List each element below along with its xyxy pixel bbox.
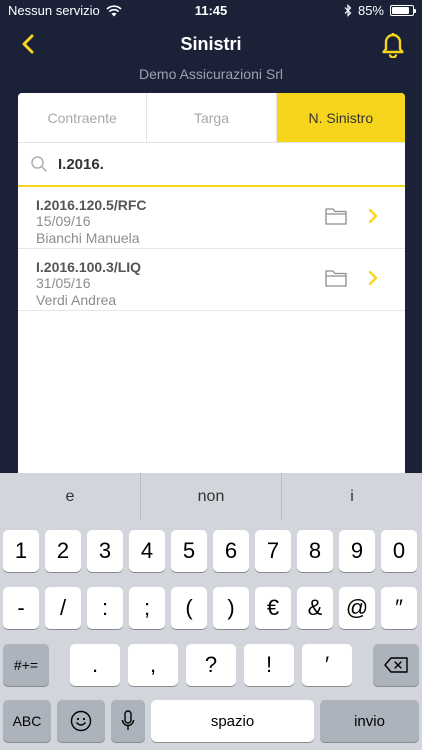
claim-name: Bianchi Manuela <box>36 230 140 246</box>
key-4[interactable]: 4 <box>129 530 165 572</box>
key-apostrophe[interactable]: ′ <box>302 644 352 686</box>
status-bar: Nessun servizio 11:45 85% <box>0 0 422 22</box>
claim-code: I.2016.100.3/LIQ <box>36 259 142 275</box>
claim-row[interactable]: I.2016.100.3/LIQ 31/05/16 Verdi Andrea <box>18 249 405 311</box>
battery-fill <box>392 7 409 14</box>
key-9[interactable]: 9 <box>339 530 375 572</box>
key-ampersand[interactable]: & <box>297 587 333 629</box>
tab-contraente[interactable]: Contraente <box>18 93 148 142</box>
backspace-key[interactable] <box>373 644 419 686</box>
bluetooth-icon <box>344 4 352 17</box>
key-hyphen[interactable]: - <box>3 587 39 629</box>
search-bar <box>18 143 405 187</box>
key-2[interactable]: 2 <box>45 530 81 572</box>
chevron-right-icon[interactable] <box>367 270 379 286</box>
microphone-icon <box>121 710 135 730</box>
search-card: Contraente Targa N. Sinistro I.2016.120.… <box>18 93 405 483</box>
key-double-quote[interactable]: ″ <box>381 587 417 629</box>
key-open-paren[interactable]: ( <box>171 587 207 629</box>
battery-icon <box>390 5 416 16</box>
backspace-icon <box>384 657 408 673</box>
key-3[interactable]: 3 <box>87 530 123 572</box>
key-at[interactable]: @ <box>339 587 375 629</box>
tab-targa[interactable]: Targa <box>147 93 277 142</box>
suggestion-item[interactable]: e <box>0 473 141 520</box>
key-exclamation[interactable]: ! <box>244 644 294 686</box>
claim-name: Verdi Andrea <box>36 292 117 308</box>
key-6[interactable]: 6 <box>213 530 249 572</box>
key-comma[interactable]: , <box>128 644 178 686</box>
folder-icon[interactable] <box>325 207 347 225</box>
tab-n-sinistro[interactable]: N. Sinistro <box>276 93 405 142</box>
company-name: Demo Assicurazioni Srl <box>139 66 283 82</box>
key-question[interactable]: ? <box>186 644 236 686</box>
key-period[interactable]: . <box>70 644 120 686</box>
status-right: 85% <box>344 3 416 18</box>
key-abc[interactable]: ABC <box>3 700 51 742</box>
space-key[interactable]: spazio <box>151 700 314 742</box>
key-8[interactable]: 8 <box>297 530 333 572</box>
battery-percent: 85% <box>357 3 384 18</box>
dictation-key[interactable] <box>111 700 145 742</box>
chevron-right-icon[interactable] <box>367 208 379 224</box>
keyboard: e non i 1 2 3 4 5 6 7 8 9 0 - / : ; ( ) … <box>0 473 422 750</box>
key-more-symbols[interactable]: #+= <box>3 644 49 686</box>
key-slash[interactable]: / <box>45 587 81 629</box>
key-0[interactable]: 0 <box>381 530 417 572</box>
key-close-paren[interactable]: ) <box>213 587 249 629</box>
search-input[interactable] <box>58 155 358 173</box>
suggestion-item[interactable]: non <box>141 473 282 520</box>
claim-date: 15/09/16 <box>36 213 91 229</box>
emoji-key[interactable] <box>57 700 105 742</box>
search-icon <box>31 156 47 172</box>
bell-icon[interactable] <box>380 30 406 58</box>
key-euro[interactable]: € <box>255 587 291 629</box>
key-1[interactable]: 1 <box>3 530 39 572</box>
key-semicolon[interactable]: ; <box>129 587 165 629</box>
key-5[interactable]: 5 <box>171 530 207 572</box>
enter-key[interactable]: invio <box>320 700 419 742</box>
key-colon[interactable]: : <box>87 587 123 629</box>
claim-code: I.2016.120.5/RFC <box>36 197 147 213</box>
emoji-icon <box>70 710 92 732</box>
suggestion-bar: e non i <box>0 473 422 520</box>
suggestion-item[interactable]: i <box>282 473 422 520</box>
search-tabs: Contraente Targa N. Sinistro <box>18 93 405 143</box>
claim-date: 31/05/16 <box>36 275 91 291</box>
key-7[interactable]: 7 <box>255 530 291 572</box>
navigation-bar: Sinistri <box>0 22 422 66</box>
page-title: Sinistri <box>180 34 242 54</box>
claim-row[interactable]: I.2016.120.5/RFC 15/09/16 Bianchi Manuel… <box>18 187 405 249</box>
folder-icon[interactable] <box>325 269 347 287</box>
